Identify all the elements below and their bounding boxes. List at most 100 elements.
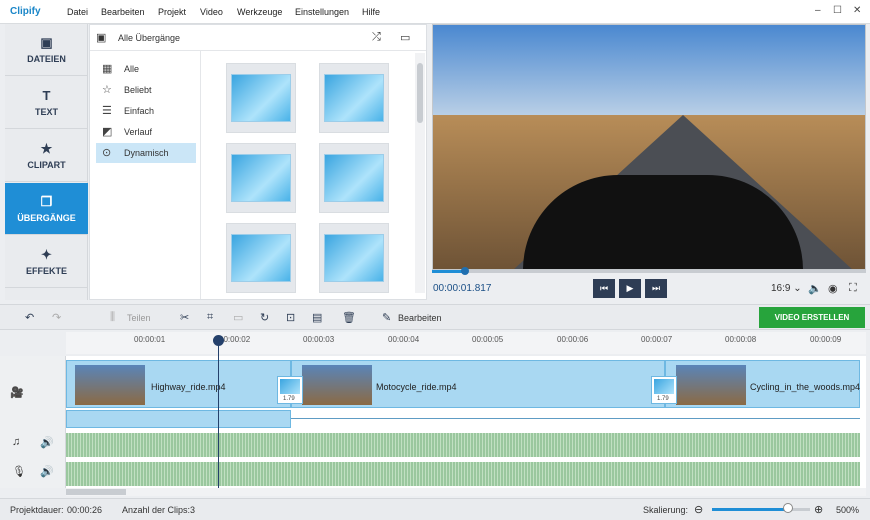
music-volume-icon[interactable]: 🔊 xyxy=(40,436,54,449)
sidebar-item-label: DATEIEN xyxy=(27,54,66,64)
duration-label: Projektdauer: xyxy=(10,505,64,515)
voice-track-icon: 🎙 xyxy=(12,466,26,478)
rotate-icon[interactable]: ↻ xyxy=(260,311,269,324)
ruler-tick: 00:00:03 xyxy=(303,335,335,344)
ruler-tick: 00:00:07 xyxy=(641,335,673,344)
menu-video[interactable]: Video xyxy=(200,7,223,17)
category-alle[interactable]: ▦ Alle xyxy=(96,59,196,79)
transitions-panel: ▣ Alle Übergänge ⤮ ▭ ▦ Alle ☆ Beliebt ☰ … xyxy=(89,24,427,300)
voice-volume-icon[interactable]: 🔊 xyxy=(40,465,54,478)
transitions-icon: ❐ xyxy=(40,194,53,209)
category-label: Alle xyxy=(124,64,140,74)
sidebar-item-label: CLIPART xyxy=(27,160,66,170)
clip-thumbnail xyxy=(75,365,145,405)
clip-cycling[interactable]: Cycling_in_the_woods.mp4 xyxy=(665,360,860,408)
ruler-tick: 00:00:06 xyxy=(557,335,589,344)
transition-marker[interactable]: 1.79 xyxy=(651,376,677,404)
transition-marker[interactable]: 1.79 xyxy=(277,376,303,404)
menu-hilfe[interactable]: Hilfe xyxy=(362,7,380,17)
ruler-tick: 00:00:04 xyxy=(388,335,420,344)
redo-icon[interactable]: ↷ xyxy=(52,311,61,324)
trash-icon[interactable]: 🗑 xyxy=(342,311,356,324)
timecode: 00:00:01.817 xyxy=(433,283,492,294)
app-logo: Clipify xyxy=(10,6,41,17)
category-beliebt[interactable]: ☆ Beliebt xyxy=(96,80,196,100)
transition-thumbnail[interactable] xyxy=(319,223,389,293)
star-outline-icon: ☆ xyxy=(102,84,112,96)
text-icon: T xyxy=(42,88,51,103)
play-circle-icon: ⊙ xyxy=(102,147,112,159)
playback-progress-knob[interactable] xyxy=(460,267,469,275)
music-waveform[interactable] xyxy=(66,433,860,457)
gradient-icon: ◩ xyxy=(102,126,113,138)
film-icon[interactable]: ▤ xyxy=(312,311,322,324)
clip-thumbnail xyxy=(302,365,372,405)
create-video-button[interactable]: VIDEO ERSTELLEN xyxy=(759,307,865,328)
transition-thumbnail[interactable] xyxy=(226,223,296,293)
sidebar: ▣ DATEIEN T TEXT ★ CLIPART ❐ ÜBERGÄNGE ✦… xyxy=(5,24,88,300)
close-button[interactable]: ✕ xyxy=(853,5,861,16)
category-verlauf[interactable]: ◩ Verlauf xyxy=(96,122,196,142)
panel-title: Alle Übergänge xyxy=(118,33,181,43)
zoom-region-icon[interactable]: ⊡ xyxy=(286,311,295,324)
split-icon[interactable]: ⫼ xyxy=(110,311,115,324)
playhead-line xyxy=(218,338,219,488)
effect-line xyxy=(291,418,860,419)
split-button[interactable]: Teilen xyxy=(127,313,151,323)
clip-highway[interactable]: Highway_ride.mp4 xyxy=(66,360,291,408)
duration-value: 00:00:26 xyxy=(67,505,103,515)
scissors-icon[interactable]: ✂ xyxy=(180,311,189,324)
playhead-handle[interactable] xyxy=(213,335,224,346)
camera-icon[interactable]: ◉ xyxy=(828,282,838,295)
preview-sky xyxy=(433,25,865,115)
menu-einstellungen[interactable]: Einstellungen xyxy=(295,7,349,17)
category-einfach[interactable]: ☰ Einfach xyxy=(96,101,196,121)
sidebar-item-text[interactable]: T TEXT xyxy=(5,77,88,129)
playback-progress-track[interactable] xyxy=(432,270,866,273)
play-button[interactable]: ▶ xyxy=(619,279,641,298)
clip-motocycle[interactable]: Motocycle_ride.mp4 xyxy=(291,360,665,408)
minimize-button[interactable]: – xyxy=(815,5,821,16)
category-dynamisch[interactable]: ⊙ Dynamisch xyxy=(96,143,196,163)
clips-label: Anzahl der Clips: xyxy=(122,505,191,515)
transition-thumbnail[interactable] xyxy=(319,143,389,213)
edit-icon[interactable]: ✎ xyxy=(382,311,391,324)
panel-scrollbar[interactable] xyxy=(415,53,425,293)
ruler-tick: 00:00:08 xyxy=(725,335,757,344)
sidebar-item-dateien[interactable]: ▣ DATEIEN xyxy=(5,24,88,76)
transition-thumbnail[interactable] xyxy=(226,143,296,213)
category-label: Einfach xyxy=(124,106,155,116)
menu-werkzeuge[interactable]: Werkzeuge xyxy=(237,7,282,17)
clip-thumbnail xyxy=(676,365,746,405)
maximize-button[interactable]: ☐ xyxy=(833,5,842,16)
category-label: Verlauf xyxy=(124,127,153,137)
zoom-out-icon[interactable]: ⊖ xyxy=(694,503,703,516)
previous-button[interactable]: ⏮ xyxy=(593,279,615,298)
aspect-ratio-select[interactable]: 16:9 ⌄ xyxy=(771,283,802,294)
sidebar-item-uebergaenge[interactable]: ❐ ÜBERGÄNGE xyxy=(5,183,88,235)
undo-icon[interactable]: ↶ xyxy=(25,311,34,324)
fullscreen-icon[interactable]: ⛶ xyxy=(849,282,857,295)
next-button[interactable]: ⏭ xyxy=(645,279,667,298)
voice-waveform[interactable] xyxy=(66,462,860,486)
effect-bar[interactable] xyxy=(66,410,291,428)
timeline-scrollbar[interactable] xyxy=(66,488,866,496)
crop-icon[interactable]: ⌗ xyxy=(207,311,213,324)
transition-thumbnail[interactable] xyxy=(226,63,296,133)
sidebar-item-clipart[interactable]: ★ CLIPART xyxy=(5,130,88,182)
shuffle-icon[interactable]: ⤮ xyxy=(372,31,381,44)
menu-bearbeiten[interactable]: Bearbeiten xyxy=(101,7,145,17)
menu-datei[interactable]: Datei xyxy=(67,7,88,17)
video-track-icon: 🎥 xyxy=(10,387,24,399)
frame-icon[interactable]: ▭ xyxy=(233,311,243,324)
volume-icon[interactable]: 🔈 xyxy=(808,282,822,295)
view-toggle-icon[interactable]: ▭ xyxy=(400,31,410,44)
sidebar-item-effekte[interactable]: ✦ EFFEKTE xyxy=(5,236,88,288)
zoom-in-icon[interactable]: ⊕ xyxy=(814,503,823,516)
menu-projekt[interactable]: Projekt xyxy=(158,7,186,17)
star-icon: ★ xyxy=(40,141,53,156)
ruler-tick: 00:00:05 xyxy=(472,335,504,344)
edit-button[interactable]: Bearbeiten xyxy=(398,313,442,323)
ruler-tick: 00:00:09 xyxy=(810,335,842,344)
transition-thumbnail[interactable] xyxy=(319,63,389,133)
